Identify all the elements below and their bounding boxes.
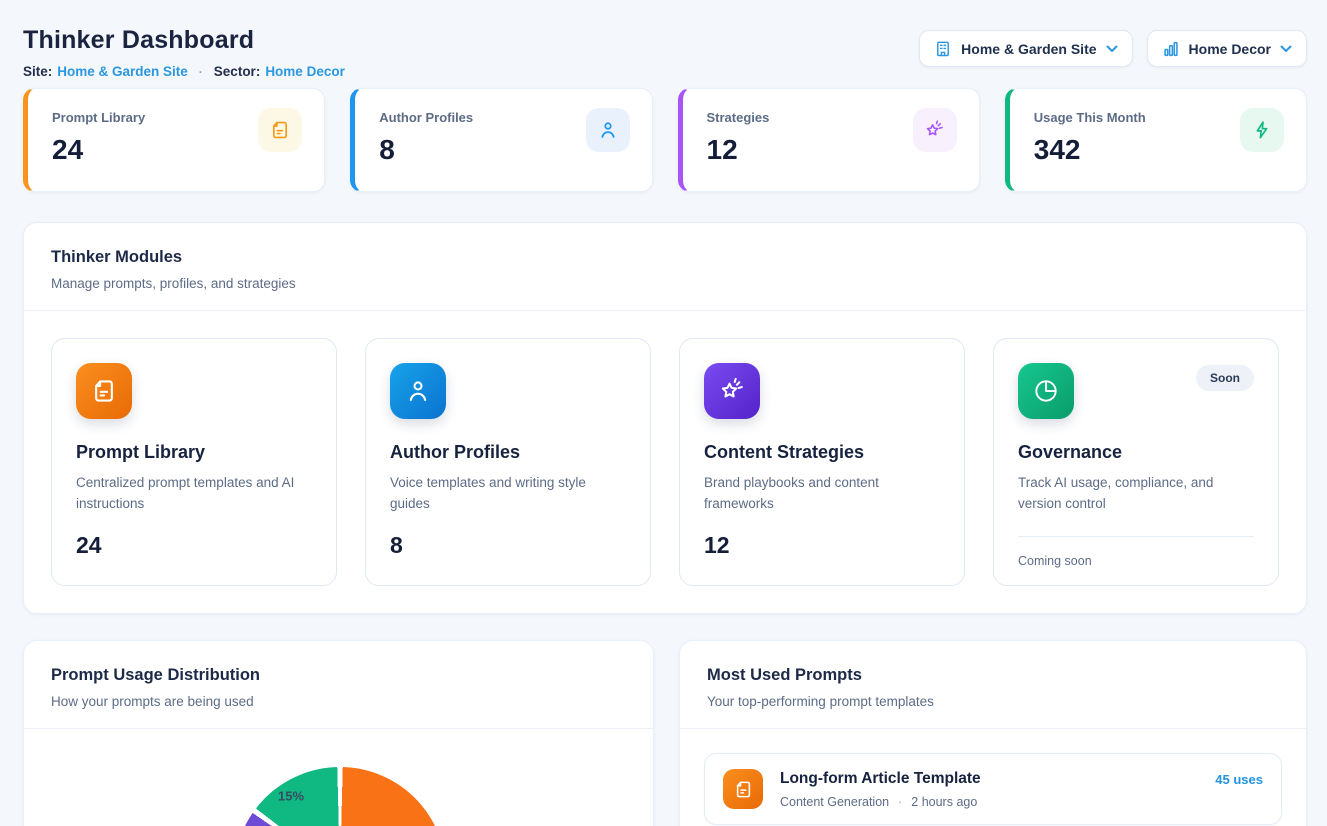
stat-card-usage: Usage This Month 342: [1005, 88, 1307, 192]
usage-subtitle: How your prompts are being used: [51, 694, 626, 709]
breadcrumb: Site: Home & Garden Site · Sector: Home …: [23, 64, 345, 79]
sector-selector-button[interactable]: Home Decor: [1147, 30, 1307, 67]
modules-title: Thinker Modules: [51, 248, 1279, 267]
module-card-author-profiles[interactable]: Author Profiles Voice templates and writ…: [365, 338, 651, 586]
module-card-content-strategies[interactable]: Content Strategies Brand playbooks and c…: [679, 338, 965, 586]
site-selector-button[interactable]: Home & Garden Site: [919, 30, 1132, 67]
stat-card-author-profiles: Author Profiles 8: [350, 88, 652, 192]
soon-badge: Soon: [1196, 365, 1254, 391]
header: Thinker Dashboard Site: Home & Garden Si…: [23, 24, 1307, 79]
user-icon: [390, 363, 446, 419]
lightning-icon: [1240, 108, 1284, 152]
module-footer: Coming soon: [1018, 554, 1254, 568]
separator-dot: ·: [199, 65, 203, 79]
sector-label: Sector:: [214, 64, 261, 79]
separator-dot: ·: [898, 795, 902, 809]
prompt-category: Content Generation: [780, 795, 889, 809]
module-count: 24: [76, 532, 312, 559]
sparkle-star-icon: [704, 363, 760, 419]
building-icon: [934, 40, 952, 58]
document-icon: [723, 769, 763, 809]
sector-link[interactable]: Home Decor: [265, 64, 345, 79]
module-card-prompt-library[interactable]: Prompt Library Centralized prompt templa…: [51, 338, 337, 586]
stat-card-prompt-library: Prompt Library 24: [23, 88, 325, 192]
prompt-info: Long-form Article Template Content Gener…: [780, 770, 1198, 809]
bottom-row: Prompt Usage Distribution How your promp…: [23, 640, 1307, 826]
module-card-governance[interactable]: Soon Governance Track AI usage, complian…: [993, 338, 1279, 586]
module-title: Prompt Library: [76, 442, 312, 463]
module-title: Governance: [1018, 442, 1254, 463]
pie-chart-icon: [1018, 363, 1074, 419]
prompt-meta: Content Generation · 2 hours ago: [780, 795, 1198, 809]
bar-chart-icon: [1162, 40, 1180, 58]
prompts-panel-header: Most Used Prompts Your top-performing pr…: [680, 641, 1306, 729]
module-description: Brand playbooks and content frameworks: [704, 473, 940, 515]
dashboard-page: Thinker Dashboard Site: Home & Garden Si…: [0, 0, 1327, 826]
page-title: Thinker Dashboard: [23, 26, 345, 55]
module-title: Author Profiles: [390, 442, 626, 463]
prompt-uses-badge: 45 uses: [1215, 772, 1263, 787]
modules-panel: Thinker Modules Manage prompts, profiles…: [23, 222, 1307, 614]
module-description: Track AI usage, compliance, and version …: [1018, 473, 1254, 515]
modules-subtitle: Manage prompts, profiles, and strategies: [51, 276, 1279, 291]
sector-selector-label: Home Decor: [1189, 41, 1271, 57]
stats-row: Prompt Library 24 Author Profiles 8: [23, 88, 1307, 192]
prompts-subtitle: Your top-performing prompt templates: [707, 694, 1279, 709]
usage-panel-header: Prompt Usage Distribution How your promp…: [24, 641, 653, 729]
divider: [1018, 536, 1254, 537]
module-title: Content Strategies: [704, 442, 940, 463]
site-link[interactable]: Home & Garden Site: [57, 64, 188, 79]
chevron-down-icon: [1280, 45, 1292, 53]
module-description: Centralized prompt templates and AI inst…: [76, 473, 312, 515]
most-used-prompts-panel: Most Used Prompts Your top-performing pr…: [679, 640, 1307, 826]
module-count: 8: [390, 532, 626, 559]
prompts-title: Most Used Prompts: [707, 666, 1279, 685]
prompt-time: 2 hours ago: [911, 795, 977, 809]
module-description: Voice templates and writing style guides: [390, 473, 626, 515]
donut-segment-label: 15%: [278, 789, 304, 804]
modules-panel-header: Thinker Modules Manage prompts, profiles…: [24, 223, 1306, 311]
user-icon: [586, 108, 630, 152]
module-count: 12: [704, 532, 940, 559]
usage-distribution-panel: Prompt Usage Distribution How your promp…: [23, 640, 654, 826]
chevron-down-icon: [1106, 45, 1118, 53]
usage-title: Prompt Usage Distribution: [51, 666, 626, 685]
header-selectors: Home & Garden Site Home Decor: [919, 30, 1307, 67]
document-icon: [76, 363, 132, 419]
modules-grid: Prompt Library Centralized prompt templa…: [24, 311, 1306, 613]
usage-donut-chart: 15%: [234, 767, 446, 826]
prompt-title: Long-form Article Template: [780, 770, 1198, 788]
site-selector-label: Home & Garden Site: [961, 41, 1096, 57]
sparkle-star-icon: [913, 108, 957, 152]
stat-card-strategies: Strategies 12: [678, 88, 980, 192]
prompt-list-item[interactable]: Long-form Article Template Content Gener…: [704, 753, 1282, 825]
document-icon: [258, 108, 302, 152]
prompts-list: Long-form Article Template Content Gener…: [680, 729, 1306, 826]
header-left: Thinker Dashboard Site: Home & Garden Si…: [23, 24, 345, 79]
site-label: Site:: [23, 64, 52, 79]
